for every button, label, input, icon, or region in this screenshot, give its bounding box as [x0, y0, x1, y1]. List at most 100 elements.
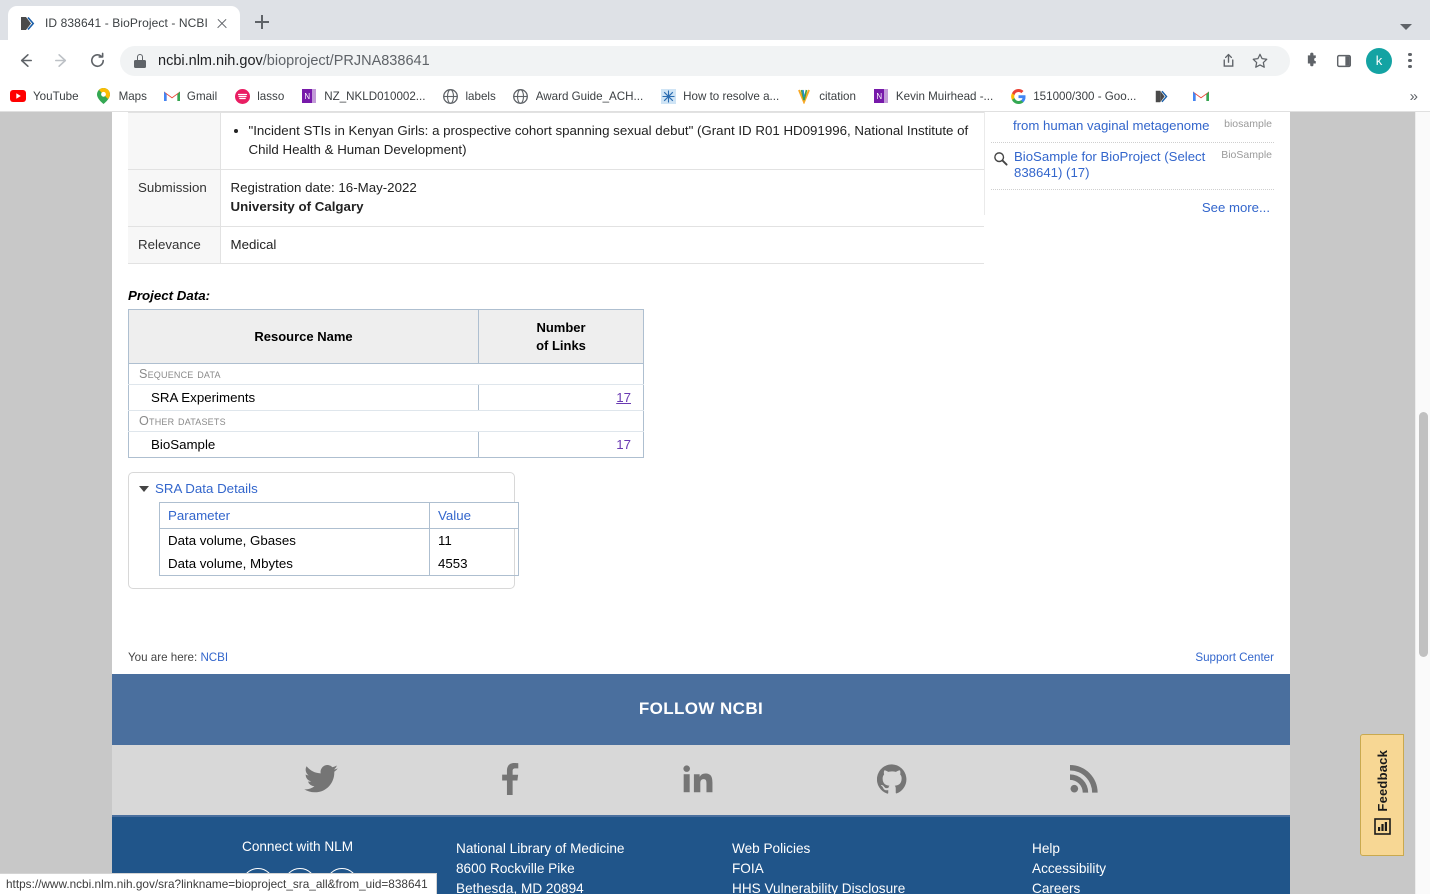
support-center-link[interactable]: Support Center [1195, 651, 1274, 664]
address-line-3: Bethesda, MD 20894 [456, 880, 584, 894]
lasso-icon [234, 88, 250, 104]
onenote-icon: N [873, 88, 889, 104]
sra-data-details-toggle[interactable]: SRA Data Details [139, 481, 504, 496]
side-panel-icon[interactable] [1328, 45, 1360, 77]
bookmark-ncbi[interactable] [1153, 88, 1176, 104]
url-path: /bioproject/PRJNA838641 [262, 52, 430, 69]
chevron-down-icon[interactable] [1400, 24, 1412, 30]
footer-address-column: National Library of Medicine 8600 Rockvi… [456, 839, 732, 894]
meta-label-submission: Submission [128, 169, 221, 227]
list-item[interactable]: BioSample for BioProject (Select 838641)… [991, 143, 1274, 190]
scrollbar-thumb[interactable] [1419, 412, 1428, 657]
twitter-icon[interactable] [303, 765, 338, 793]
related-links-panel: from human vaginal metagenome biosample … [984, 112, 1278, 215]
breadcrumb-link-ncbi[interactable]: NCBI [200, 651, 228, 664]
search-icon [993, 149, 1010, 171]
new-tab-button[interactable] [248, 8, 276, 36]
footer-policies-column: Web Policies FOIA HHS Vulnerability Disc… [732, 839, 1032, 894]
chart-icon [1373, 818, 1391, 840]
footer-link-web-policies[interactable]: Web Policies [732, 839, 1032, 859]
ncbi-favicon-icon [19, 15, 36, 32]
bookmark-label: Gmail [186, 89, 218, 103]
bookmark-how-to-resolve[interactable]: How to resolve a... [660, 88, 779, 104]
meta-value: "Incident STIs in Kenyan Girls: a prospe… [220, 112, 984, 170]
reload-button[interactable] [80, 44, 114, 78]
breadcrumb-text: You are here: NCBI [128, 651, 228, 664]
address-line-2: 8600 Rockville Pike [456, 861, 575, 877]
footer-link-foia[interactable]: FOIA [732, 859, 1032, 879]
table-row: Data volume, Gbases 11 [159, 528, 519, 553]
linkedin-icon[interactable] [683, 765, 713, 793]
bookmark-nz-nkld[interactable]: N NZ_NKLD010002... [301, 88, 425, 104]
chrome-menu-icon[interactable] [1398, 45, 1422, 77]
bookmark-star-icon[interactable] [1244, 45, 1276, 77]
youtube-icon [10, 88, 26, 104]
forward-button[interactable] [44, 44, 78, 78]
breadcrumb-prefix: You are here: [128, 651, 198, 665]
footer-link-help[interactable]: Help [1032, 839, 1160, 859]
bookmark-label: lasso [257, 89, 285, 103]
extensions-icon[interactable] [1296, 45, 1328, 77]
resource-biosample: BioSample [128, 431, 479, 459]
browser-toolbar: ncbi.nlm.nih.gov/bioproject/PRJNA838641 … [0, 40, 1430, 81]
sra-data-details-title: SRA Data Details [155, 481, 258, 497]
github-icon[interactable] [876, 764, 907, 795]
onenote-icon: N [301, 88, 317, 104]
bookmark-kevin-muirhead[interactable]: N Kevin Muirhead -... [873, 88, 993, 104]
facebook-icon[interactable] [501, 763, 519, 796]
bookmark-youtube[interactable]: YouTube [10, 88, 79, 104]
bookmark-labels[interactable]: labels [442, 88, 496, 104]
address-bar[interactable]: ncbi.nlm.nih.gov/bioproject/PRJNA838641 [120, 45, 1290, 77]
group-label: Sequence data [128, 363, 644, 386]
browser-tab[interactable]: ID 838641 - BioProject - NCBI [8, 6, 240, 40]
connect-with-nlm-heading: Connect with NLM [242, 839, 354, 855]
related-link-tag: BioSample [1221, 148, 1272, 161]
close-icon[interactable] [212, 13, 232, 33]
back-button[interactable] [8, 44, 42, 78]
see-more-link[interactable]: See more... [991, 190, 1274, 215]
bookmark-lasso[interactable]: lasso [234, 88, 284, 104]
submitting-organization: University of Calgary [230, 198, 364, 214]
bookmark-award-guide[interactable]: Award Guide_ACH... [513, 88, 643, 104]
table-row: "Incident STIs in Kenyan Girls: a prospe… [128, 112, 984, 170]
feedback-tab[interactable]: Feedback [1360, 734, 1404, 856]
param-gbases: Data volume, Gbases [159, 528, 430, 553]
bookmark-gmail-2[interactable] [1193, 88, 1216, 104]
bookmark-citation[interactable]: citation [796, 88, 856, 104]
table-row: Submission Registration date: 16-May-202… [128, 169, 984, 227]
ncbi-icon [1153, 88, 1169, 104]
page-viewport: "Incident STIs in Kenyan Girls: a prospe… [0, 112, 1430, 894]
value-gbases: 11 [429, 528, 519, 553]
share-icon[interactable] [1212, 45, 1244, 77]
value-mbytes: 4553 [429, 552, 519, 577]
biosample-link[interactable]: 17 [616, 437, 631, 452]
feedback-label: Feedback [1374, 749, 1390, 812]
bookmark-label: YouTube [33, 89, 79, 103]
col-number-of-links: Number of Links [478, 309, 644, 365]
footer-link-hhs-vulnerability[interactable]: HHS Vulnerability Disclosure [732, 879, 1032, 894]
tab-strip: ID 838641 - BioProject - NCBI [0, 0, 1430, 40]
social-icons-row [112, 745, 1290, 818]
group-label: Other datasets [128, 410, 644, 433]
bookmark-maps[interactable]: Maps [96, 88, 147, 104]
browser-window: ID 838641 - BioProject - NCBI ncbi.nlm.n… [0, 0, 1430, 894]
address-line-1: National Library of Medicine [456, 841, 625, 857]
globe-icon [442, 88, 458, 104]
footer-link-accessibility[interactable]: Accessibility [1032, 859, 1160, 879]
links-cell: 17 [478, 431, 644, 459]
table-row: Relevance Medical [128, 226, 984, 265]
sra-experiments-link[interactable]: 17 [616, 390, 631, 405]
list-item[interactable]: from human vaginal metagenome biosample [991, 112, 1274, 143]
bookmark-151000-300[interactable]: 151000/300 - Goo... [1010, 88, 1136, 104]
footer-link-careers[interactable]: Careers [1032, 879, 1160, 894]
col-value: Value [429, 502, 519, 530]
rss-icon[interactable] [1070, 765, 1098, 794]
bookmarks-overflow-button[interactable]: » [1410, 88, 1418, 105]
related-link-biosample-metagenome[interactable]: from human vaginal metagenome [1013, 118, 1219, 135]
bookmark-label: citation [819, 89, 856, 103]
page-scrollbar[interactable] [1415, 112, 1430, 894]
bookmark-gmail[interactable]: Gmail [163, 88, 218, 104]
related-link-biosample-select[interactable]: BioSample for BioProject (Select 838641)… [1014, 149, 1216, 182]
profile-avatar[interactable]: k [1366, 47, 1392, 74]
registration-date: Registration date: 16-May-2022 [230, 179, 417, 195]
